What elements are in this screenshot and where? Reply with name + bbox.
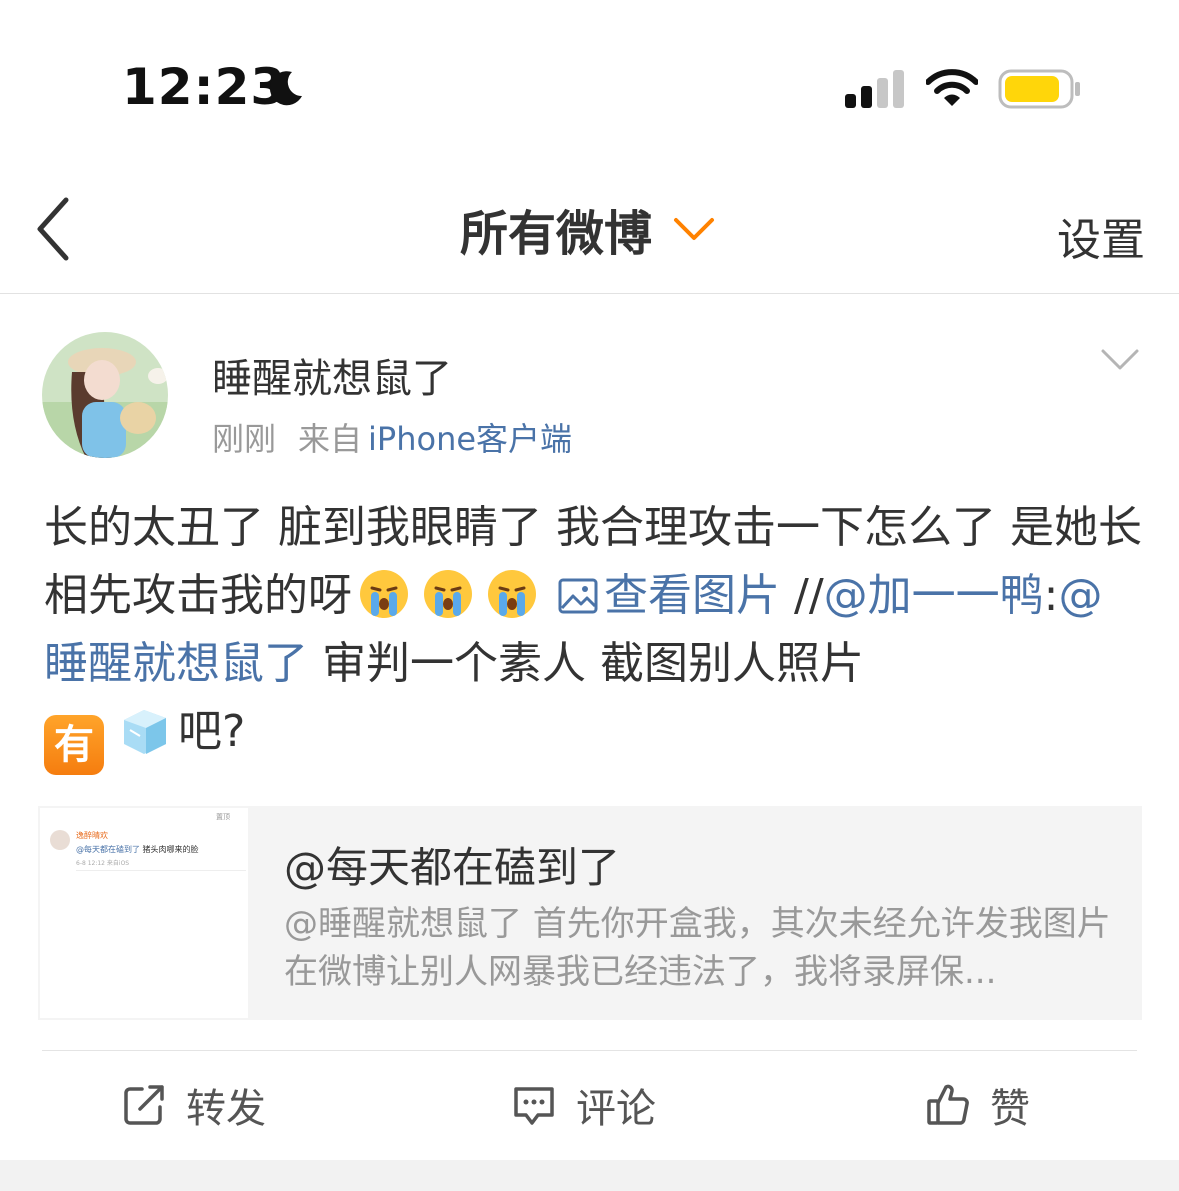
page-title: 所有微博 [460, 206, 653, 262]
quoted-post-text: @睡醒就想鼠了 首先你开盒我，其次未经允许发我图片在微博让别人网暴我已经违法了，… [284, 904, 1111, 992]
like-button[interactable]: 赞 [926, 1078, 1030, 1132]
back-button[interactable] [30, 194, 80, 264]
action-divider [42, 1050, 1137, 1051]
bottom-separator [0, 1160, 1179, 1191]
nav-bar: 所有微博 设置 [0, 170, 1179, 294]
thumbnail-username: 逸醉晴欢 [76, 831, 108, 840]
comment-icon [514, 1087, 554, 1125]
crying-face-emoji [424, 570, 472, 618]
quoted-post-title: @每天都在磕到了 [284, 843, 621, 892]
you-emoji: 有 [44, 715, 104, 775]
thumbnail-top-label: 置顶 [216, 813, 230, 821]
repost-icon [124, 1085, 164, 1125]
wifi-icon [926, 69, 978, 106]
post-source[interactable]: iPhone客户端 [368, 414, 572, 460]
quoted-post-card[interactable]: 置顶 逸醉晴欢 @每天都在磕到了 猪头肉哪来的脸 6-8 12:12 来自iOS… [38, 806, 1142, 1020]
comment-button[interactable]: 评论 [512, 1078, 656, 1132]
thumbnail-mention: @每天都在磕到了 [76, 845, 140, 854]
weibo-screen: 12:23 所有微博 设置 睡醒就想鼠了 刚刚 来自 iPhone客户端 长的太… [0, 0, 1179, 1191]
quoted-post-thumbnail[interactable]: 置顶 逸醉晴欢 @每天都在磕到了 猪头肉哪来的脸 6-8 12:12 来自iOS [38, 806, 250, 1020]
view-image-link[interactable]: 查看图片 [558, 570, 780, 621]
comment-label: 评论 [576, 1086, 656, 1132]
crying-face-emoji [360, 570, 408, 618]
repost-separator: // [794, 570, 824, 621]
repost-label: 转发 [186, 1086, 266, 1132]
crying-face-emoji [488, 570, 536, 618]
post-source-prefix: 来自 [298, 420, 363, 458]
image-icon [558, 578, 598, 614]
repost-user-link[interactable]: @加一一鸭 [824, 570, 1044, 621]
post-text-3: 吧? [178, 706, 246, 757]
post-meta: 刚刚 来自 iPhone客户端 [212, 414, 572, 460]
status-bar: 12:23 [0, 0, 1179, 170]
battery-icon [998, 69, 1080, 109]
thumbnail-divider [76, 870, 246, 871]
repost-colon: : [1043, 570, 1059, 621]
chevron-down-icon [674, 218, 715, 240]
post-time: 刚刚 [212, 420, 277, 458]
avatar[interactable] [42, 332, 168, 458]
thumbnail-text: @每天都在磕到了 猪头肉哪来的脸 [76, 844, 199, 855]
status-time: 12:23 [122, 58, 287, 116]
post-text-2: 审判一个素人 截图别人照片 [308, 638, 864, 689]
post-username[interactable]: 睡醒就想鼠了 [212, 346, 452, 404]
view-image-label: 查看图片 [604, 570, 780, 621]
thumbnail-body-text: 猪头肉哪来的脸 [140, 845, 199, 854]
settings-button[interactable]: 设置 [1057, 204, 1145, 268]
like-label: 赞 [990, 1086, 1030, 1132]
feed-filter-dropdown[interactable]: 所有微博 [460, 196, 716, 262]
thumbs-up-icon [927, 1084, 969, 1125]
thumbnail-date: 6-8 12:12 来自iOS [76, 860, 130, 867]
more-options-chevron-icon[interactable] [1100, 346, 1140, 374]
moon-icon [269, 71, 302, 106]
ice-cube-emoji [124, 710, 166, 754]
thumbnail-avatar [50, 830, 70, 850]
post-body: 长的太丑了 脏到我眼睛了 我合理攻击一下怎么了 是她长相先攻击我的呀 查看图片 … [44, 494, 1144, 775]
repost-button[interactable]: 转发 [122, 1078, 266, 1132]
cellular-signal-icon [845, 70, 904, 108]
